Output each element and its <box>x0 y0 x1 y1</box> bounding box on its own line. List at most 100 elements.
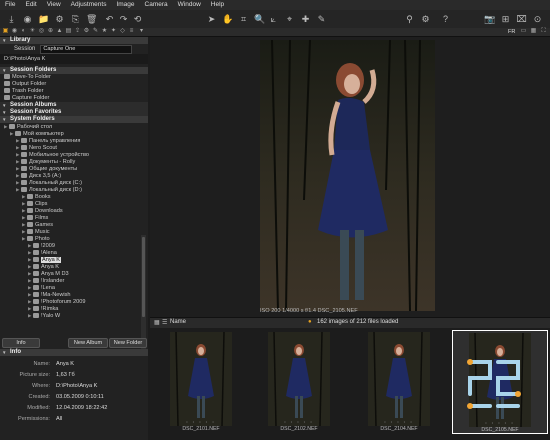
menu-view[interactable]: View <box>42 0 66 10</box>
capture-tab-icon[interactable]: ◉ <box>11 28 18 35</box>
focus-icon[interactable]: ⊙ <box>532 14 543 25</box>
tree-item[interactable]: ▶ Локальный диск (D:) <box>0 186 148 193</box>
reset-icon[interactable]: ⟲ <box>132 14 143 25</box>
thumbnail[interactable]: • • • • • DSC_2101.NEF <box>154 330 248 432</box>
exposure-tab-icon[interactable]: ☀ <box>29 28 36 35</box>
tree-item[interactable]: ▶ Books <box>0 193 148 200</box>
tree-item[interactable]: ▶ Рабочий стол <box>0 123 148 130</box>
import-icon[interactable]: ⤓ <box>6 14 17 25</box>
grid-view-icon[interactable]: ▦ <box>154 319 160 326</box>
menu-edit[interactable]: Edit <box>20 0 41 10</box>
single-view-icon[interactable]: ▭ <box>520 28 527 35</box>
camera-icon[interactable]: 📷 <box>484 14 495 25</box>
main-photo[interactable] <box>260 40 435 311</box>
picker-icon[interactable]: ✚ <box>300 14 311 25</box>
batch-tab-icon[interactable]: ⚙ <box>83 28 90 35</box>
tree-item[interactable]: ▶ Downloads <box>0 207 148 214</box>
tree-item[interactable]: ▶ Локальный диск (C:) <box>0 179 148 186</box>
info-header[interactable]: Info <box>0 349 148 356</box>
settings-tab-icon[interactable]: ≡ <box>128 28 135 35</box>
session-albums-header[interactable]: Session Albums <box>0 102 148 109</box>
library-header[interactable]: Library <box>0 37 148 44</box>
styles-tab-icon[interactable]: ✦ <box>110 28 117 35</box>
thumbnail[interactable]: • • • • • DSC_2102.NEF <box>252 330 346 432</box>
tree-item[interactable]: ▶ Music <box>0 228 148 235</box>
keystone-icon[interactable]: ⌖ <box>284 14 295 25</box>
session-folder-item[interactable]: Move-To Folder <box>0 74 148 81</box>
rating-dots[interactable]: • • • • • <box>154 419 248 424</box>
output-tab-icon[interactable]: ⇪ <box>74 28 81 35</box>
rotate-right-icon[interactable]: ↷ <box>118 14 129 25</box>
color-tab-icon[interactable]: ◐ <box>20 28 27 35</box>
library-tab-icon[interactable]: ▣ <box>2 28 9 35</box>
preferences-icon[interactable]: ⚙ <box>420 14 431 25</box>
menu-file[interactable]: File <box>0 0 20 10</box>
rating-dots[interactable]: • • • • • <box>352 419 446 424</box>
capture-icon[interactable]: ◉ <box>22 14 33 25</box>
session-folder-item[interactable]: Trash Folder <box>0 88 148 95</box>
multi-view-icon[interactable]: ▦ <box>530 28 537 35</box>
new-album-button[interactable]: New Album <box>68 338 108 348</box>
tree-item[interactable]: ▶ !Irslander <box>0 277 148 284</box>
help-icon[interactable]: ? <box>440 14 451 25</box>
fullscreen-icon[interactable]: ⛶ <box>540 28 547 35</box>
tree-item[interactable]: ▶ !Lena <box>0 284 148 291</box>
tree-item[interactable]: ▶ Документы - Rolly <box>0 158 148 165</box>
loupe-icon[interactable]: ⚲ <box>404 14 415 25</box>
system-folders-header[interactable]: System Folders <box>0 116 148 123</box>
crop-overlay-icon[interactable]: ⌧ <box>516 14 527 25</box>
rating-dots[interactable]: • • • • • <box>252 419 346 424</box>
open-folder-icon[interactable]: 📁 <box>38 14 49 25</box>
tree-item[interactable]: ▶ !Rimka <box>0 305 148 312</box>
tree-item[interactable]: ▶ !2009 <box>0 242 148 249</box>
tree-item[interactable]: ▶ Мой компьютер <box>0 130 148 137</box>
hand-icon[interactable]: ✋ <box>222 14 233 25</box>
delete-icon[interactable]: 🗑 <box>86 14 97 25</box>
focus-tab-icon[interactable]: ⊕ <box>47 28 54 35</box>
overlay-tab-icon[interactable]: ◇ <box>119 28 126 35</box>
session-select[interactable]: Capture One <box>40 44 133 54</box>
tree-item[interactable]: ▶ Мобильное устройство <box>0 151 148 158</box>
lens-tab-icon[interactable]: ◎ <box>38 28 45 35</box>
pen-icon[interactable]: ✎ <box>316 14 327 25</box>
tree-item[interactable]: ▶ Games <box>0 221 148 228</box>
tree-item[interactable]: ▶ Общие документы <box>0 165 148 172</box>
straighten-icon[interactable]: ⟀ <box>268 14 279 25</box>
tree-item[interactable]: ▶ !Alena <box>0 249 148 256</box>
tree-item[interactable]: ▶ Anya M D3 <box>0 270 148 277</box>
tree-item[interactable]: ▶ Панель управления <box>0 137 148 144</box>
tree-item[interactable]: ▶ Films <box>0 214 148 221</box>
tree-item[interactable]: ▶ Clips <box>0 200 148 207</box>
cursor-icon[interactable]: ➤ <box>206 14 217 25</box>
info-button[interactable]: Info <box>2 338 40 348</box>
tree-item[interactable]: ▶ Anya K <box>0 256 148 263</box>
quick-tab-icon[interactable]: ★ <box>101 28 108 35</box>
menu-image[interactable]: Image <box>111 0 139 10</box>
tree-item[interactable]: ▶ !Photoforum 2009 <box>0 298 148 305</box>
copy-icon[interactable]: ⎘ <box>70 14 81 25</box>
new-folder-button[interactable]: New Folder <box>109 338 147 348</box>
sort-select[interactable]: Name <box>170 319 186 326</box>
session-favorites-header[interactable]: Session Favorites <box>0 109 148 116</box>
menu-window[interactable]: Window <box>173 0 206 10</box>
tree-item[interactable]: ▶ !Yalo W <box>0 312 148 319</box>
tree-item[interactable]: ▶ Nero Scout <box>0 144 148 151</box>
session-folders-header[interactable]: Session Folders <box>0 67 148 74</box>
zoom-icon[interactable]: 🔍 <box>254 14 265 25</box>
adjust-tab-icon[interactable]: ✎ <box>92 28 99 35</box>
menu-adjustments[interactable]: Adjustments <box>66 0 112 10</box>
tree-item[interactable]: ▶ !Ma-Newish <box>0 291 148 298</box>
menu-camera[interactable]: Camera <box>140 0 173 10</box>
process-icon[interactable]: ⚙ <box>54 14 65 25</box>
tree-item[interactable]: ▶ Диск 3,5 (A:) <box>0 172 148 179</box>
details-tab-icon[interactable]: ▲ <box>56 28 63 35</box>
session-folder-item[interactable]: Output Folder <box>0 81 148 88</box>
tree-item[interactable]: ▶ Anya K <box>0 263 148 270</box>
list-view-icon[interactable]: ☰ <box>162 319 167 326</box>
metadata-tab-icon[interactable]: ▤ <box>65 28 72 35</box>
rotate-left-icon[interactable]: ↶ <box>104 14 115 25</box>
image-viewer[interactable] <box>150 37 550 317</box>
crop-icon[interactable]: ⌗ <box>238 14 249 25</box>
grid-icon[interactable]: ⊞ <box>500 14 511 25</box>
thumbnail[interactable]: • • • • • DSC_2104.NEF <box>352 330 446 432</box>
